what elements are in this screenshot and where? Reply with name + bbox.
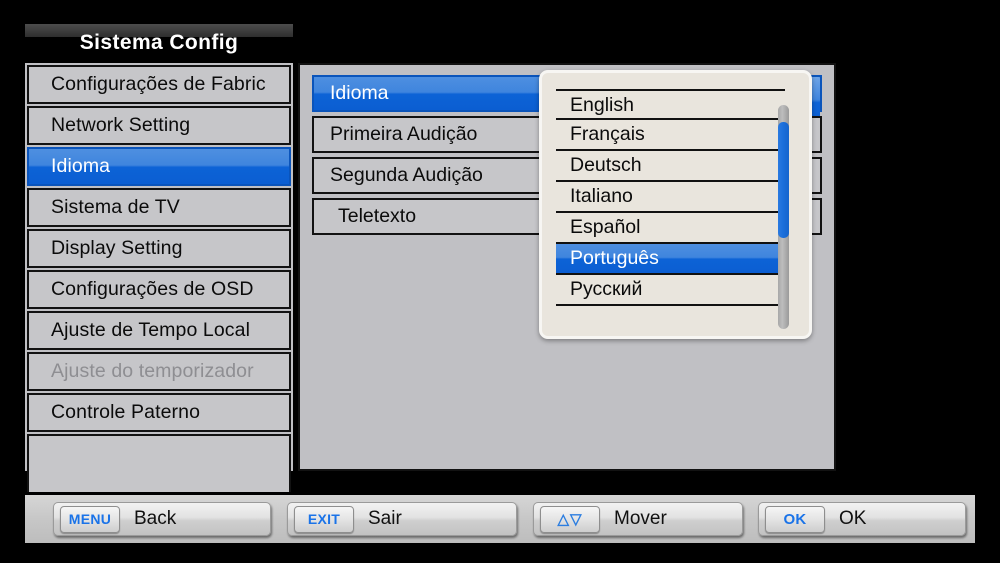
sidebar-item-display-setting[interactable]: Display Setting: [27, 229, 291, 268]
language-dropdown-popup: English Français Deutsch Italiano Españo…: [539, 70, 812, 339]
hint-ok[interactable]: OK OK: [758, 502, 966, 536]
sidebar-item-ajuste-do-temporizador: Ajuste do temporizador: [27, 352, 291, 391]
hint-exit[interactable]: EXIT Sair: [287, 502, 517, 536]
language-option-espanol[interactable]: Español: [556, 213, 785, 244]
language-option-label: Русский: [570, 278, 643, 300]
popup-scrollbar[interactable]: [778, 105, 789, 329]
hint-move[interactable]: △▽ Mover: [533, 502, 743, 536]
exit-key-icon: EXIT: [294, 505, 354, 533]
sidebar-item-label: Configurações de OSD: [51, 278, 254, 300]
content-row-label: Teletexto: [338, 205, 417, 227]
sidebar-item-label: Ajuste do temporizador: [51, 360, 254, 382]
sidebar-item-label: Idioma: [51, 155, 111, 177]
language-option-russian[interactable]: Русский: [556, 275, 785, 306]
footer-hint-bar: MENU Back EXIT Sair △▽ Mover OK OK: [25, 495, 975, 543]
sidebar-item-ajuste-de-tempo-local[interactable]: Ajuste de Tempo Local: [27, 311, 291, 350]
sidebar-item-label: Network Setting: [51, 114, 191, 136]
content-row-label: Segunda Audição: [330, 164, 483, 186]
tv-settings-screen: Sistema Config Configurações de Fabric N…: [0, 0, 1000, 563]
hint-exit-label: Sair: [368, 508, 402, 529]
sidebar-item-label: Configurações de Fabric: [51, 73, 266, 95]
up-down-arrows-icon: △▽: [540, 505, 600, 533]
language-option-label: Français: [570, 123, 645, 145]
sidebar-item-configuracoes-de-osd[interactable]: Configurações de OSD: [27, 270, 291, 309]
page-title: Sistema Config: [79, 31, 239, 54]
popup-scrollbar-thumb[interactable]: [778, 122, 789, 238]
language-option-portugues[interactable]: Português: [556, 244, 785, 275]
sidebar: Configurações de Fabric Network Setting …: [25, 63, 293, 492]
sidebar-item-idioma[interactable]: Idioma: [27, 147, 291, 186]
sidebar-item-label: Sistema de TV: [51, 196, 180, 218]
sidebar-item-label: Ajuste de Tempo Local: [51, 319, 251, 341]
language-option-english[interactable]: English: [556, 89, 785, 120]
ok-key-icon: OK: [765, 505, 825, 533]
hint-back-label: Back: [134, 508, 177, 529]
sidebar-item-network-setting[interactable]: Network Setting: [27, 106, 291, 145]
sidebar-item-label: Display Setting: [51, 237, 183, 259]
content-row-label: Idioma: [330, 82, 389, 104]
sidebar-item-label: Controle Paterno: [51, 401, 201, 423]
language-option-label: English: [570, 94, 634, 116]
sidebar-item-sistema-de-tv[interactable]: Sistema de TV: [27, 188, 291, 227]
hint-ok-label: OK: [839, 508, 867, 529]
language-option-label: Italiano: [570, 185, 633, 207]
sidebar-empty-row: [27, 434, 291, 492]
language-option-list: English Français Deutsch Italiano Españo…: [556, 89, 789, 329]
language-option-francais[interactable]: Français: [556, 120, 785, 151]
menu-key-icon: MENU: [60, 505, 120, 533]
hint-move-label: Mover: [614, 508, 667, 529]
language-option-label: Español: [570, 216, 641, 238]
hint-back[interactable]: MENU Back: [53, 502, 271, 536]
language-option-italiano[interactable]: Italiano: [556, 182, 785, 213]
content-row-label: Primeira Audição: [330, 123, 478, 145]
language-option-label: Deutsch: [570, 154, 642, 176]
language-option-label: Português: [570, 247, 659, 269]
language-option-deutsch[interactable]: Deutsch: [556, 151, 785, 182]
sidebar-item-controle-paterno[interactable]: Controle Paterno: [27, 393, 291, 432]
sidebar-item-configuracoes-de-fabric[interactable]: Configurações de Fabric: [27, 65, 291, 104]
